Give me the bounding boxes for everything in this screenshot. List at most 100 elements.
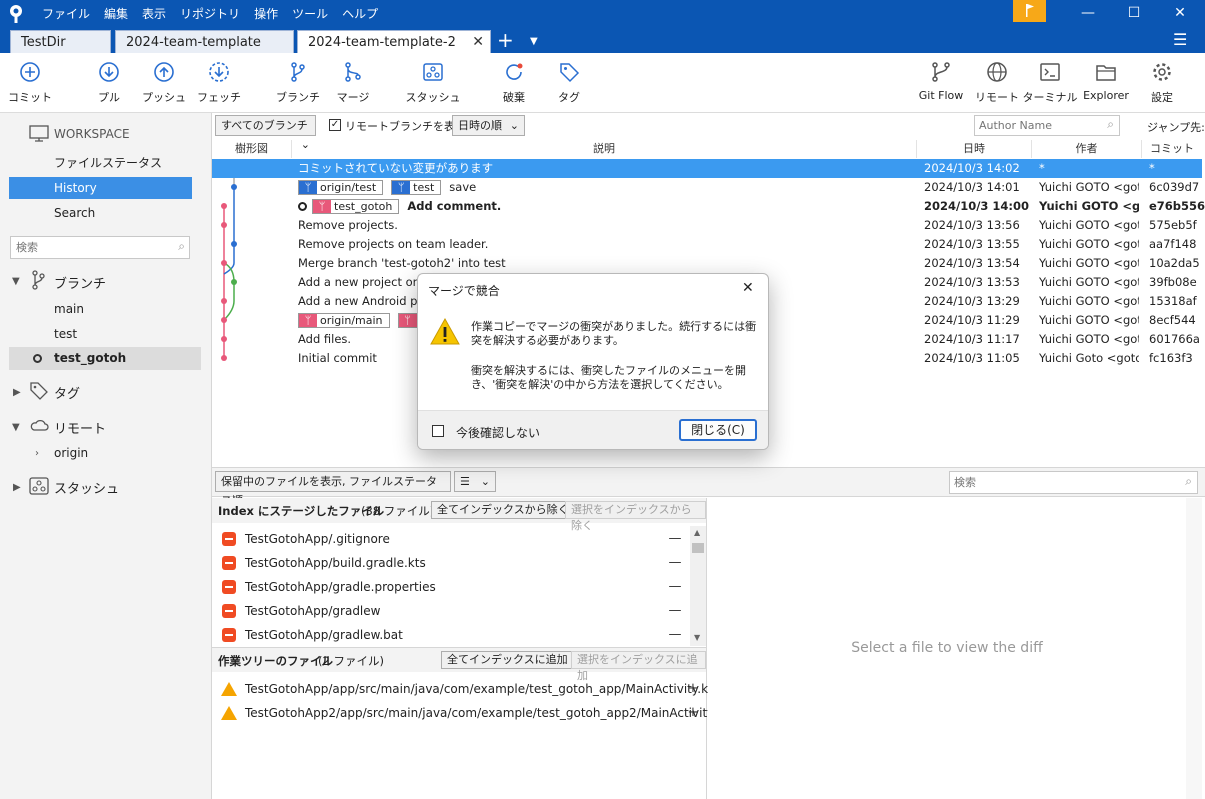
maximize-button[interactable]: ☐ — [1114, 0, 1154, 27]
remote-origin[interactable]: origin — [54, 446, 88, 460]
add-tab-button[interactable]: + — [497, 27, 514, 53]
tab-2024-team-template-2[interactable]: 2024-team-template-2 ✕ — [297, 30, 491, 53]
sidebar-item-file-status[interactable]: ファイルステータス — [9, 152, 192, 174]
chevron-down-icon[interactable]: ▼ — [12, 422, 20, 433]
close-window-button[interactable]: ✕ — [1160, 0, 1200, 27]
staged-scrollbar[interactable]: ▲ ▼ — [690, 526, 706, 646]
unstaged-file[interactable]: TestGotohApp/app/src/main/java/com/examp… — [212, 677, 713, 701]
sidebar-search-input[interactable] — [16, 237, 166, 257]
tab-dropdown-icon[interactable]: ▼ — [530, 29, 538, 55]
commit-row[interactable]: Remove projects on team leader. 2024/10/… — [212, 235, 1202, 254]
branch-label-test-gotoh[interactable]: ᛘ test_gotoh — [312, 199, 400, 214]
stage-file-button[interactable]: + — [686, 682, 700, 696]
menu-repository[interactable]: リポジトリ — [180, 5, 240, 22]
sidebar-item-history[interactable]: History — [9, 177, 192, 199]
terminal-button[interactable]: ターミナル — [1020, 61, 1080, 105]
commit-row[interactable]: ᛘ test_gotoh Add comment. 2024/10/3 14:00 … — [212, 197, 1205, 216]
menu-actions[interactable]: 操作 — [254, 5, 278, 22]
unstage-file-button[interactable]: — — [668, 628, 682, 642]
unstage-selected-button[interactable]: 選択をインデックスから除く — [565, 501, 706, 532]
branch-main[interactable]: main — [54, 302, 84, 316]
staged-file[interactable]: TestGotohApp/gradle.properties — — [212, 575, 706, 599]
branch-filter-select[interactable]: すべてのブランチ ⌄ — [215, 115, 316, 151]
commit-button[interactable]: コミット — [0, 61, 60, 105]
tag-button[interactable]: タグ — [539, 61, 599, 105]
file-search-input[interactable] — [954, 472, 1164, 492]
hamburger-menu-icon[interactable]: ☰ — [1173, 29, 1187, 51]
stash-button[interactable]: スタッシュ — [403, 61, 463, 105]
stage-all-button[interactable]: 全てインデックスに追加 — [441, 651, 574, 669]
branch-test[interactable]: test — [54, 327, 77, 341]
col-date[interactable]: 日時 — [917, 140, 1032, 158]
scroll-up-icon[interactable]: ▲ — [694, 528, 700, 537]
dont-ask-checkbox[interactable] — [432, 425, 444, 437]
unstage-file-button[interactable]: — — [668, 604, 682, 618]
staged-file[interactable]: TestGotohApp/gradlew — — [212, 599, 706, 623]
menu-file[interactable]: ファイル — [42, 5, 90, 22]
branch-label-test[interactable]: ᛘ test — [391, 180, 442, 195]
stash-header[interactable]: スタッシュ — [54, 478, 119, 497]
unstage-file-button[interactable]: — — [668, 556, 682, 570]
minimize-button[interactable]: — — [1068, 0, 1108, 27]
remote-button[interactable]: リモート — [967, 61, 1027, 105]
author-filter-box[interactable]: ⌕ — [974, 115, 1120, 136]
chevron-down-icon[interactable]: ▼ — [12, 276, 20, 287]
stage-selected-button[interactable]: 選択をインデックスに追加 — [571, 651, 706, 682]
unstage-file-button[interactable]: — — [668, 580, 682, 594]
col-graph[interactable]: 樹形図 — [212, 140, 292, 158]
author-filter-input[interactable] — [979, 116, 1099, 134]
staged-file[interactable]: TestGotohApp/.gitignore — — [212, 527, 706, 551]
show-remote-checkbox[interactable]: ✓ — [329, 119, 341, 131]
remotes-header[interactable]: リモート — [54, 418, 106, 437]
explorer-button[interactable]: Explorer — [1076, 61, 1136, 102]
commit-row[interactable]: コミットされていない変更があります 2024/10/3 14:02 * * — [212, 159, 1202, 178]
gitflow-button[interactable]: Git Flow — [911, 61, 971, 102]
col-commit[interactable]: コミット — [1142, 140, 1202, 158]
branches-header[interactable]: ブランチ — [54, 273, 106, 292]
chevron-right-icon[interactable]: › — [35, 448, 39, 459]
tags-header[interactable]: タグ — [54, 383, 80, 402]
col-author[interactable]: 作者 — [1032, 140, 1142, 158]
stage-file-button[interactable]: + — [686, 706, 700, 720]
pull-button[interactable]: プル — [79, 61, 139, 105]
close-dialog-button[interactable]: 閉じる(C) — [679, 419, 757, 441]
branch-label-origin-main[interactable]: ᛘ origin/main — [298, 313, 390, 328]
unstage-all-button[interactable]: 全てインデックスから除く — [431, 501, 575, 519]
discard-button[interactable]: 破棄 — [484, 61, 544, 105]
menu-tools[interactable]: ツール — [292, 5, 328, 22]
tab-close-icon[interactable]: ✕ — [472, 34, 484, 50]
staged-file[interactable]: TestGotohApp/build.gradle.kts — — [212, 551, 706, 575]
push-button[interactable]: プッシュ — [134, 61, 194, 105]
commit-row[interactable]: Remove projects. 2024/10/3 13:56 Yuichi … — [212, 216, 1202, 235]
tab-2024-team-template[interactable]: 2024-team-template — [115, 30, 294, 53]
col-description[interactable]: 説明 — [292, 140, 917, 158]
notification-flag-button[interactable] — [1013, 0, 1046, 22]
staged-file[interactable]: TestGotohApp/gradlew.bat — — [212, 623, 706, 647]
sidebar-search-box[interactable]: ⌕ — [10, 236, 190, 259]
dialog-close-icon[interactable]: ✕ — [742, 280, 754, 296]
branch-label-origin-test[interactable]: ᛘ origin/test — [298, 180, 384, 195]
branch-test-gotoh-row[interactable]: test_gotoh — [9, 347, 201, 370]
order-select[interactable]: 日時の順 ⌄ — [452, 115, 525, 136]
fetch-button[interactable]: フェッチ — [189, 61, 249, 105]
branch-label-main[interactable]: ᛘ — [397, 313, 418, 328]
list-view-button[interactable]: ☰ ⌄ — [454, 471, 496, 492]
diff-scrollbar[interactable] — [1186, 498, 1202, 799]
tab-testdir[interactable]: TestDir — [10, 30, 111, 53]
chevron-right-icon[interactable]: ▶ — [13, 482, 21, 493]
menu-edit[interactable]: 編集 — [104, 5, 128, 22]
chevron-right-icon[interactable]: ▶ — [13, 387, 21, 398]
branch-button[interactable]: ブランチ — [268, 61, 328, 105]
menu-view[interactable]: 表示 — [142, 5, 166, 22]
menu-help[interactable]: ヘルプ — [342, 5, 378, 22]
settings-button[interactable]: 設定 — [1132, 61, 1192, 105]
file-view-select[interactable]: 保留中のファイルを表示, ファイルステータス順⌄ — [215, 471, 451, 507]
merge-button[interactable]: マージ — [323, 61, 383, 105]
scroll-down-icon[interactable]: ▼ — [694, 633, 700, 642]
commit-row[interactable]: ᛘ origin/test ᛘ test save 2024/10/3 14:01 Yu… — [212, 178, 1202, 197]
file-search-box[interactable]: ⌕ — [949, 471, 1198, 494]
unstage-file-button[interactable]: — — [668, 532, 682, 546]
scrollbar-thumb[interactable] — [692, 543, 704, 553]
unstaged-file[interactable]: TestGotohApp2/app/src/main/java/com/exam… — [212, 701, 728, 725]
commit-row[interactable]: Merge branch 'test-gotoh2' into test 202… — [212, 254, 1202, 273]
